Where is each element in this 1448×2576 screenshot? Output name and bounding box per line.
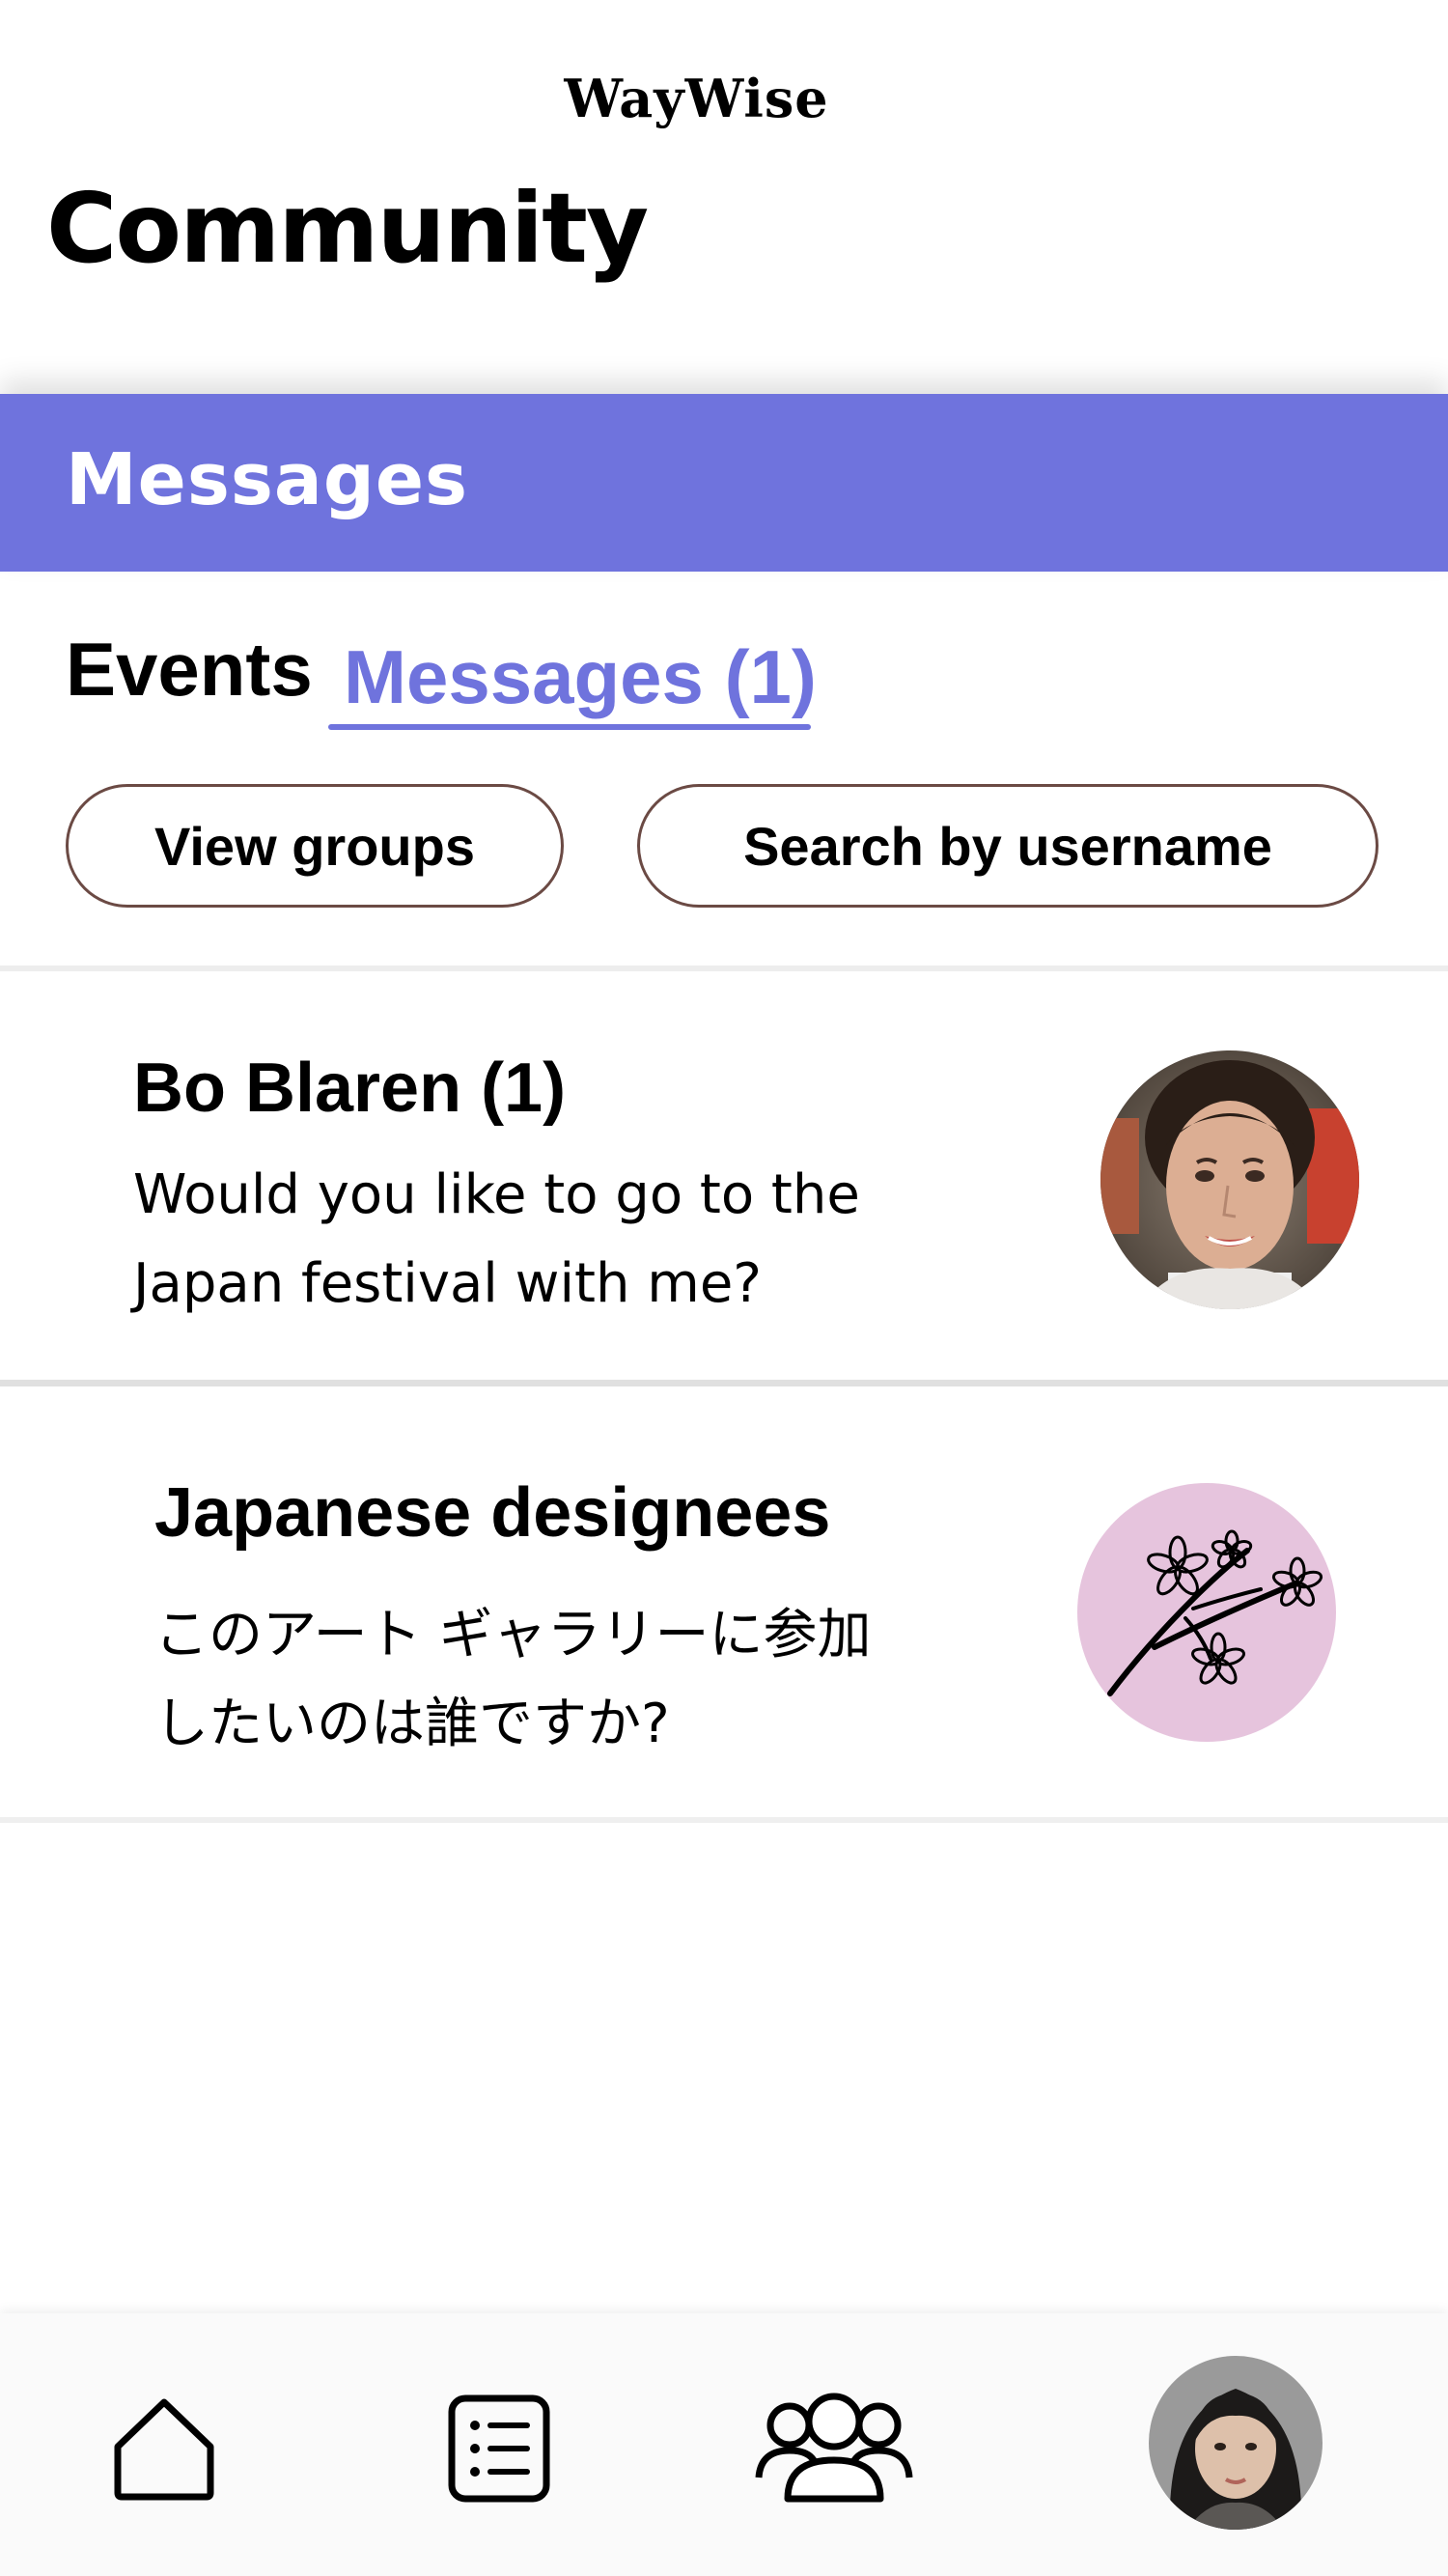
conversation-name: Bo Blaren (1) [133,1050,567,1127]
tab-messages[interactable]: Messages (1) [344,633,817,721]
conversation-preview: Would you like to go to the Japan festiv… [133,1163,860,1315]
search-by-username-button[interactable]: Search by username [637,784,1378,908]
home-icon[interactable] [108,2393,220,2505]
conversation-name: Japanese designees [154,1474,831,1552]
view-groups-label: View groups [154,815,475,877]
bottom-navigation [0,2313,1448,2576]
conversation-item[interactable]: Japanese designees このアート ギャラリーに参加したいのは誰で… [0,1396,1448,1823]
list-icon[interactable] [446,2393,552,2505]
cherry-blossom-icon [1077,1483,1336,1742]
community-icon[interactable] [751,2391,917,2506]
section-header-bar: Messages [0,394,1448,572]
profile-avatar[interactable] [1149,2356,1323,2530]
view-groups-button[interactable]: View groups [66,784,564,908]
conversation-preview: このアート ギャラリーに参加したいのは誰ですか? [154,1604,872,1755]
app-logo: WayWise [564,68,829,129]
user-avatar [1100,1050,1359,1309]
conversation-item[interactable]: Bo Blaren (1) Would you like to go to th… [0,966,1448,1386]
section-title: Messages [66,438,469,521]
search-by-username-label: Search by username [743,815,1272,877]
active-tab-indicator [328,724,811,730]
tab-events[interactable]: Events [66,626,313,714]
page-title: Community [46,172,649,285]
